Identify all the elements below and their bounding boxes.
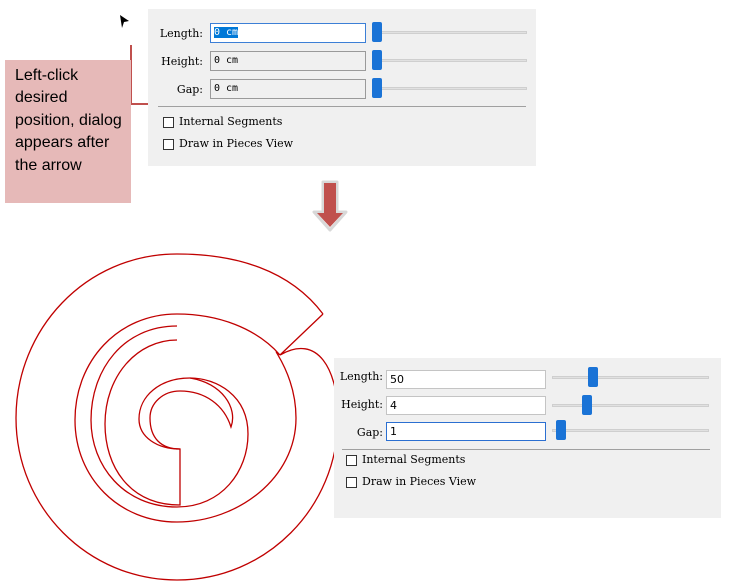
step1-height-slider-track[interactable] [374, 59, 527, 62]
step2-gap-value: 1 [390, 425, 397, 438]
down-arrow-icon [312, 180, 348, 232]
step1-dialog: Length: 0 cm Height: 0 cm Gap: 0 cm Inte… [148, 9, 536, 166]
step2-height-label: Height: [341, 398, 383, 411]
step2-height-slider-thumb[interactable] [582, 395, 592, 415]
step1-gap-label: Gap: [176, 83, 203, 96]
step1-length-input[interactable]: 0 cm [210, 23, 366, 43]
step2-draw-in-pieces-label: Draw in Pieces View [362, 475, 477, 488]
step1-height-label: Height: [161, 55, 203, 68]
step2-length-input[interactable]: 50 [386, 370, 546, 389]
step2-draw-in-pieces-checkbox[interactable] [346, 477, 357, 488]
step1-height-slider-thumb[interactable] [372, 50, 382, 70]
step1-gap-input[interactable]: 0 cm [210, 79, 366, 99]
step1-height-input[interactable]: 0 cm [210, 51, 366, 71]
step1-length-slider-track[interactable] [374, 31, 527, 34]
step2-length-label: Length: [339, 370, 383, 383]
step2-gap-label: Gap: [356, 426, 383, 439]
step1-gap-slider-thumb[interactable] [372, 78, 382, 98]
step2-gap-slider-thumb[interactable] [556, 420, 566, 440]
step2-height-slider-track[interactable] [552, 404, 709, 407]
step2-length-value: 50 [390, 373, 404, 386]
mouse-cursor-icon [120, 15, 129, 28]
step1-height-value: 0 cm [214, 55, 239, 66]
step2-internal-segments-label: Internal Segments [362, 453, 466, 466]
step1-internal-segments-checkbox[interactable] [163, 117, 174, 128]
step1-length-value: 0 cm [214, 27, 239, 38]
step1-gap-slider-track[interactable] [374, 87, 527, 90]
step2-separator [342, 449, 710, 450]
step2-dialog: Length: 50 Height: 4 Gap: 1 Internal Seg… [334, 358, 721, 518]
step1-draw-in-pieces-checkbox[interactable] [163, 139, 174, 150]
step1-draw-in-pieces-label: Draw in Pieces View [179, 137, 294, 150]
callout-note: Left-click desired position, dialog appe… [5, 60, 131, 203]
step2-length-slider-thumb[interactable] [588, 367, 598, 387]
step2-internal-segments-checkbox[interactable] [346, 455, 357, 466]
step1-length-label: Length: [159, 27, 203, 40]
step1-gap-value: 0 cm [214, 83, 239, 94]
step2-length-slider-track[interactable] [552, 376, 709, 379]
step1-length-slider-thumb[interactable] [372, 22, 382, 42]
step1-internal-segments-label: Internal Segments [179, 115, 283, 128]
spiral-drawing [15, 253, 339, 581]
step1-separator [158, 106, 526, 107]
step2-height-input[interactable]: 4 [386, 396, 546, 415]
step2-gap-slider-track[interactable] [552, 429, 709, 432]
step2-gap-input[interactable]: 1 [386, 422, 546, 441]
step2-height-value: 4 [390, 399, 397, 412]
